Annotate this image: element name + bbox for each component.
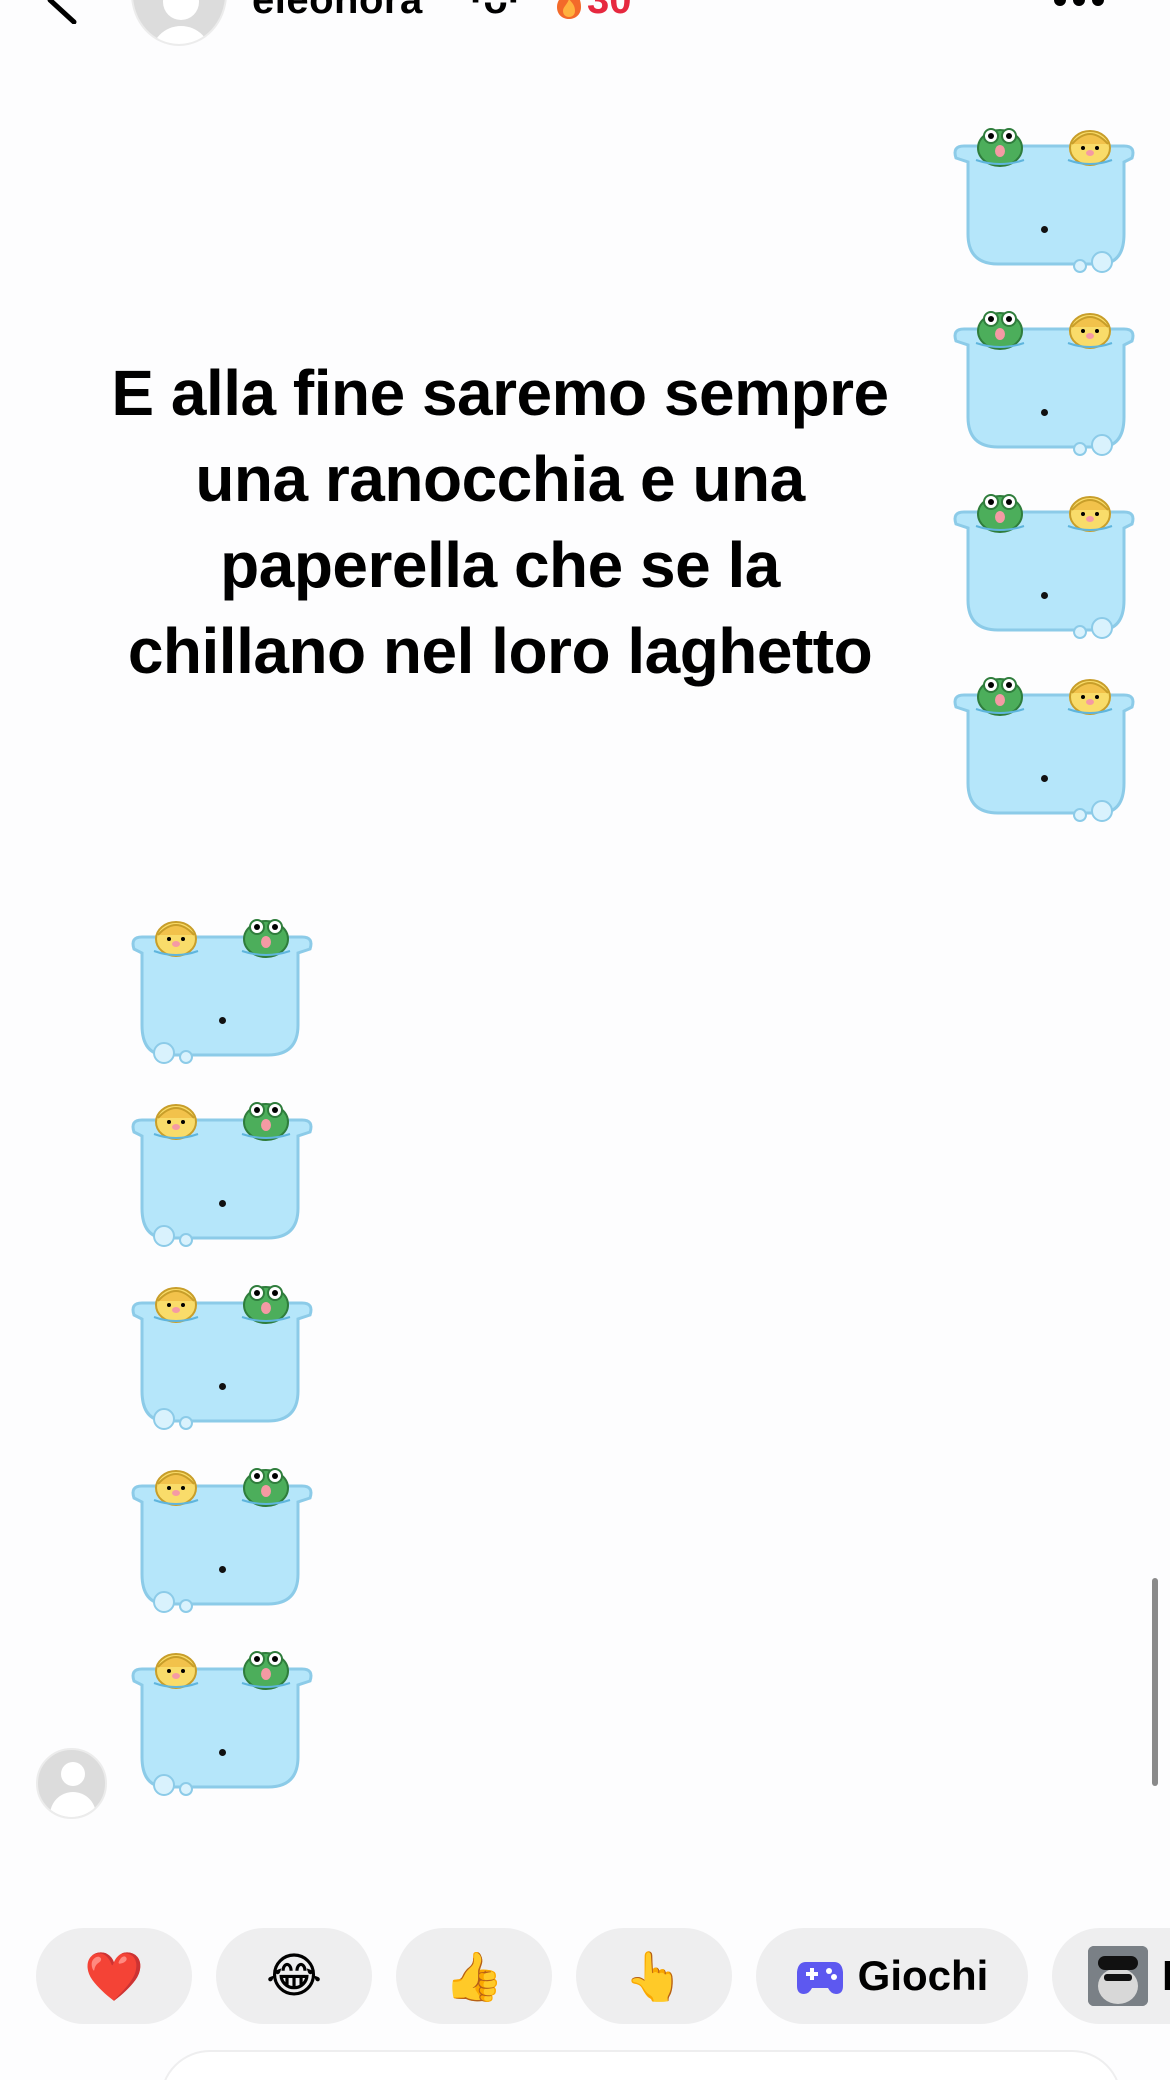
laugh-emoji: 😂 xyxy=(265,1950,323,2003)
received-sticker[interactable] xyxy=(130,915,314,1065)
gamepad-icon xyxy=(796,1962,843,1994)
duck-frog-pond-sticker xyxy=(131,1651,313,1796)
sent-sticker[interactable] xyxy=(952,490,1136,640)
received-sticker[interactable] xyxy=(130,1281,314,1431)
quick-reaction-point[interactable]: 👆 xyxy=(576,1928,732,2024)
sticker-caption xyxy=(1041,592,1048,599)
duck-frog-pond-sticker xyxy=(131,1468,313,1613)
message-input[interactable] xyxy=(160,2050,1122,2080)
sent-sticker[interactable] xyxy=(952,307,1136,457)
quick-reaction-laugh[interactable]: 😂 xyxy=(216,1928,372,2024)
quick-reaction-thumbs-up[interactable]: 👍 xyxy=(396,1928,552,2024)
chat-header: eleonora ·ᴗ· 30 xyxy=(0,0,1170,60)
sent-sticker[interactable] xyxy=(952,124,1136,274)
frog-duck-pond-sticker xyxy=(953,494,1135,639)
streak-count: 30 xyxy=(587,0,632,22)
games-button[interactable]: Giochi xyxy=(756,1928,1028,2024)
profile-thumbnail xyxy=(1088,1946,1148,2006)
received-sticker[interactable] xyxy=(130,1647,314,1797)
sticker-caption xyxy=(219,1200,226,1207)
games-label: Giochi xyxy=(857,1952,989,1999)
sent-sticker[interactable] xyxy=(952,673,1136,823)
heart-emoji: ❤️ xyxy=(84,1950,144,2004)
frog-duck-pond-sticker xyxy=(953,677,1135,822)
back-arrow-icon[interactable] xyxy=(38,0,84,24)
sticker-caption xyxy=(1041,226,1048,233)
point-emoji: 👆 xyxy=(624,1950,684,2004)
frog-duck-pond-sticker xyxy=(953,311,1135,456)
sticker-caption xyxy=(1041,775,1048,782)
sticker-caption xyxy=(1041,409,1048,416)
quick-reactions-bar: ❤️ 😂 👍 👆 Giochi B xyxy=(36,1928,1170,2024)
scrollbar[interactable] xyxy=(1152,1578,1158,1786)
frog-duck-pond-sticker xyxy=(953,128,1135,273)
sticker-caption xyxy=(219,1566,226,1573)
duck-frog-pond-sticker xyxy=(131,1102,313,1247)
name-decoration: ·ᴗ· xyxy=(470,0,522,22)
contact-name[interactable]: eleonora xyxy=(252,0,423,23)
quick-reaction-heart[interactable]: ❤️ xyxy=(36,1928,192,2024)
profile-chip-label: B xyxy=(1162,1952,1170,2000)
sender-avatar[interactable] xyxy=(36,1748,107,1819)
streak-badge: 30 xyxy=(553,0,632,23)
more-options-icon[interactable] xyxy=(1054,0,1114,8)
duck-frog-pond-sticker xyxy=(131,919,313,1064)
received-sticker[interactable] xyxy=(130,1464,314,1614)
received-sticker[interactable] xyxy=(130,1098,314,1248)
duck-frog-pond-sticker xyxy=(131,1285,313,1430)
profile-shortcut-chip[interactable]: B xyxy=(1052,1928,1170,2024)
sticker-caption xyxy=(219,1383,226,1390)
sticker-caption xyxy=(219,1749,226,1756)
contact-avatar[interactable] xyxy=(131,0,227,46)
thumbs-up-emoji: 👍 xyxy=(444,1950,504,2004)
flame-icon xyxy=(557,0,581,19)
text-message-bubble[interactable]: E alla fine saremo sempre una ranocchia … xyxy=(50,350,950,694)
sticker-caption xyxy=(219,1017,226,1024)
